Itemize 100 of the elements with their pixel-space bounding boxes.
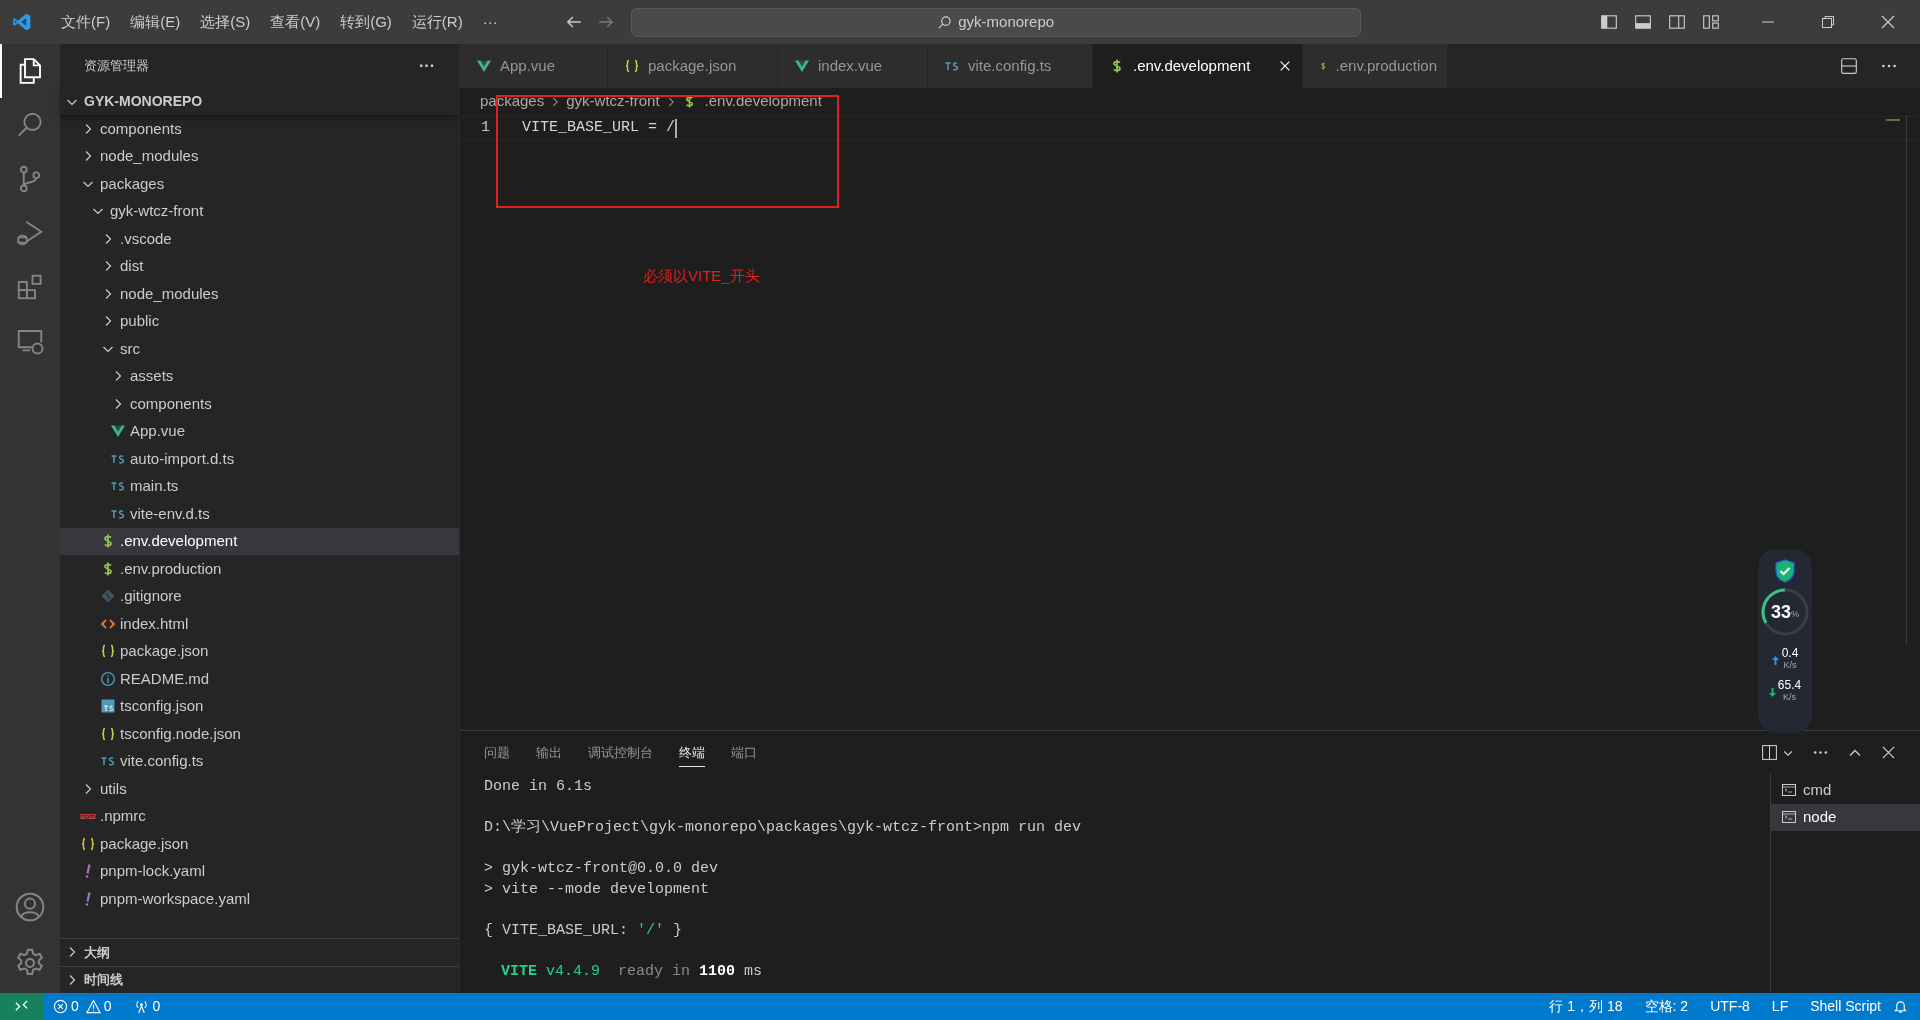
close-icon[interactable]: [1881, 745, 1896, 760]
panel-tab[interactable]: 问题: [484, 737, 510, 768]
layout-icon[interactable]: [1702, 13, 1720, 31]
editor-tab[interactable]: vite.config.ts: [928, 44, 1093, 88]
text-cursor: [675, 119, 678, 138]
status-item[interactable]: UTF-8: [1710, 996, 1750, 1017]
tree-item[interactable]: package.json: [60, 830, 459, 858]
panel-tab[interactable]: 调试控制台: [588, 737, 653, 768]
tree-item[interactable]: utils: [60, 775, 459, 803]
terminal-line: D:\学习\VueProject\gyk-monorepo\packages\gyk-wtcz-front>npm run dev: [484, 818, 1082, 838]
braces-icon: [100, 643, 116, 660]
editor-tab[interactable]: index.vue: [778, 44, 928, 88]
split-terminal-button[interactable]: [1761, 744, 1794, 761]
tree-item[interactable]: README.md: [60, 665, 459, 693]
terminal-line: > gyk-wtcz-front@0.0.0 dev: [484, 859, 719, 879]
status-item[interactable]: LF: [1771, 996, 1789, 1017]
run-debug-icon[interactable]: [15, 218, 45, 248]
bell-icon[interactable]: [1893, 999, 1908, 1014]
toggle-panel-icon[interactable]: [1634, 13, 1652, 31]
account-icon[interactable]: [14, 891, 46, 923]
app-logo-icon: [12, 12, 32, 32]
section-header[interactable]: 大纲: [60, 938, 459, 966]
terminal-line: > vite --mode development: [484, 879, 710, 900]
menu-item[interactable]: 运行(R): [402, 10, 472, 34]
tree-item[interactable]: tsconfig.node.json: [60, 720, 459, 748]
menu-item[interactable]: 编辑(E): [121, 10, 190, 34]
ts-config-icon: [100, 698, 116, 715]
download-unit: K/s: [1783, 691, 1796, 703]
tree-item[interactable]: .env.production: [60, 555, 459, 583]
tree-item[interactable]: pnpm-lock.yaml: [60, 857, 459, 885]
tree-item[interactable]: src: [60, 335, 459, 363]
search-field[interactable]: gyk-monorepo: [630, 7, 1361, 37]
tree-item[interactable]: dist: [60, 252, 459, 280]
tree-item[interactable]: node_modules: [60, 280, 459, 308]
tree-item[interactable]: tsconfig.json: [60, 692, 459, 720]
tree-item[interactable]: public: [60, 307, 459, 335]
editor-tab[interactable]: .env.development: [1093, 44, 1303, 88]
braces-icon: [80, 835, 96, 852]
tree-item[interactable]: index.html: [60, 610, 459, 638]
tree-item[interactable]: assets: [60, 362, 459, 390]
download-speed: 65.4: [1777, 679, 1802, 691]
tree-item[interactable]: components: [60, 115, 459, 143]
toggle-sidebar-icon[interactable]: [1600, 13, 1618, 31]
breadcrumb[interactable]: .env.development: [681, 90, 822, 113]
problems-button[interactable]: 0 0: [53, 996, 112, 1017]
upload-speed: 0.4: [1781, 647, 1799, 659]
vue-icon: [476, 58, 492, 74]
broadcast-icon: [133, 999, 149, 1014]
download-arrow-icon: [1768, 688, 1776, 697]
tree-item[interactable]: gyk-wtcz-front: [60, 197, 459, 225]
menu-item[interactable]: 查看(V): [261, 10, 330, 34]
restore-icon[interactable]: [1820, 14, 1836, 30]
breadcrumb[interactable]: gyk-wtcz-front: [566, 90, 660, 113]
terminal-line: VITE v4.4.9 ready in 1100 ms: [500, 961, 763, 982]
close-icon[interactable]: [1278, 59, 1292, 73]
tree-item[interactable]: components: [60, 390, 459, 418]
split-editor-icon[interactable]: [1840, 57, 1858, 75]
panel-tab[interactable]: 终端: [679, 737, 705, 768]
workspace-header[interactable]: GYK-MONOREPO: [60, 88, 459, 115]
tree-item[interactable]: .vscode: [60, 225, 459, 253]
terminal-item[interactable]: node: [1771, 803, 1920, 831]
editor-tab[interactable]: App.vue: [460, 44, 608, 88]
editor-tab[interactable]: package.json: [608, 44, 778, 88]
upload-unit: K/s: [1783, 659, 1797, 671]
tree-item[interactable]: vite-env.d.ts: [60, 500, 459, 528]
tree-item[interactable]: App.vue: [60, 417, 459, 445]
toggle-secondary-sidebar-icon[interactable]: [1668, 13, 1686, 31]
status-item[interactable]: Shell Script: [1810, 996, 1881, 1017]
tree-item[interactable]: vite.config.ts: [60, 747, 459, 775]
tree-item[interactable]: .gitignore: [60, 582, 459, 610]
terminal-icon: [1781, 781, 1797, 798]
panel-tab[interactable]: 端口: [731, 737, 757, 768]
close-icon[interactable]: [1880, 14, 1896, 30]
tree-item[interactable]: .env.development: [60, 527, 459, 555]
npm-icon: [80, 813, 96, 819]
ports-button[interactable]: 0: [133, 996, 161, 1017]
terminal-item[interactable]: cmd: [1771, 776, 1920, 804]
usage-ring: [1760, 587, 1810, 637]
line-number: 1: [480, 118, 491, 139]
menu-item[interactable]: 文件(F): [52, 10, 120, 34]
tree-item[interactable]: .npmrc: [60, 802, 459, 830]
tree-item[interactable]: package.json: [60, 637, 459, 665]
tree-item[interactable]: auto-import.d.ts: [60, 445, 459, 473]
editor-tab[interactable]: .env.production: [1303, 44, 1448, 88]
tree-item[interactable]: main.ts: [60, 472, 459, 500]
menu-item[interactable]: ···: [473, 10, 507, 34]
braces-icon: [100, 725, 116, 742]
error-icon: [53, 999, 68, 1014]
panel-tab[interactable]: 输出: [536, 737, 562, 768]
menu-item[interactable]: 转到(G): [331, 10, 401, 34]
extensions-icon[interactable]: [15, 272, 45, 302]
status-item[interactable]: 行 1，列 18: [1549, 996, 1623, 1017]
more-button[interactable]: ···: [419, 54, 435, 78]
info-icon: [100, 670, 116, 687]
tree-item[interactable]: pnpm-workspace.yaml: [60, 885, 459, 913]
tree-item[interactable]: node_modules: [60, 142, 459, 170]
status-item[interactable]: 空格: 2: [1644, 996, 1689, 1017]
tree-item[interactable]: packages: [60, 170, 459, 198]
terminal-line: Done in 6.1s: [484, 777, 593, 797]
menu-item[interactable]: 选择(S): [191, 10, 260, 34]
